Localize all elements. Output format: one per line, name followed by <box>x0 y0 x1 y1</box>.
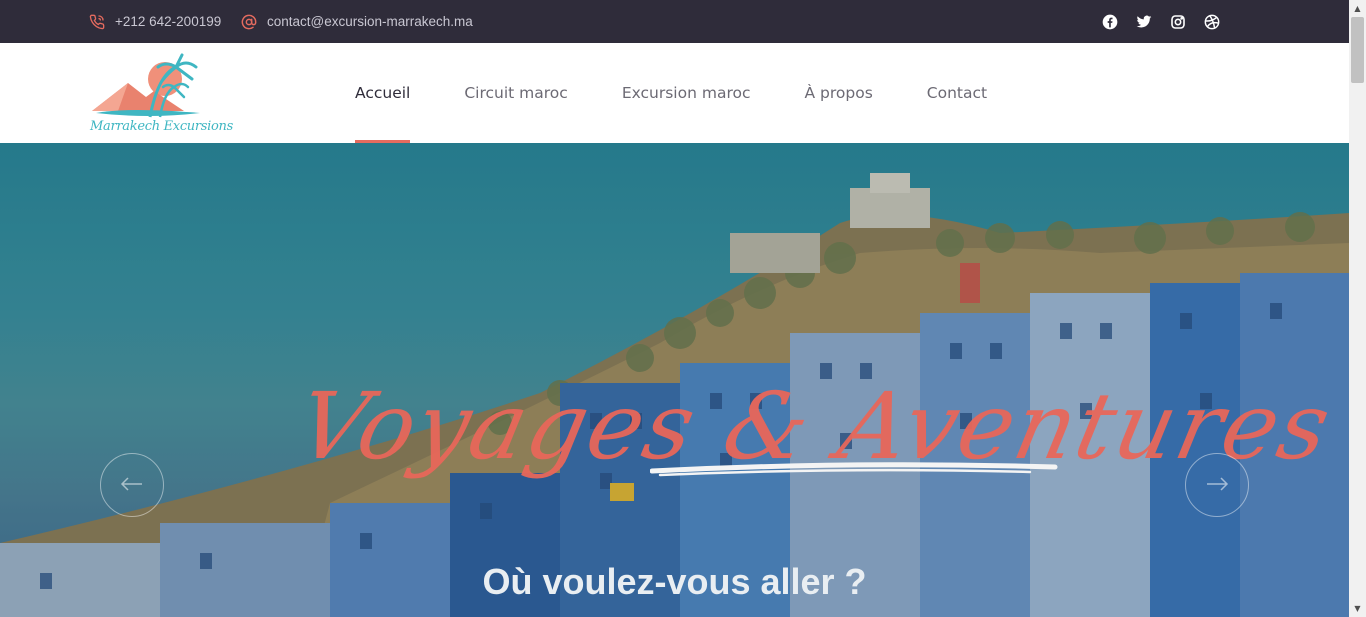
main-header: Marrakech Excursions Accueil Circuit mar… <box>0 43 1349 143</box>
social-links <box>1102 0 1220 43</box>
arrow-right-icon <box>1205 476 1229 495</box>
phone-contact[interactable]: +212 642-200199 <box>88 0 221 43</box>
phone-number: +212 642-200199 <box>115 14 222 29</box>
main-nav: Accueil Circuit maroc Excursion maroc À … <box>355 43 1041 143</box>
site-logo[interactable]: Marrakech Excursions <box>88 53 233 134</box>
slider-next-button[interactable] <box>1185 453 1249 517</box>
slider-prev-button[interactable] <box>100 453 164 517</box>
arrow-left-icon <box>120 476 144 495</box>
nav-item-excursion-maroc[interactable]: Excursion maroc <box>622 43 751 143</box>
hero-slider: Voyages & Aventures Où voulez-vous aller… <box>0 143 1349 617</box>
dribbble-icon[interactable] <box>1204 14 1220 30</box>
logo-text: Marrakech Excursions <box>90 119 233 134</box>
facebook-icon[interactable] <box>1102 14 1118 30</box>
scroll-thumb[interactable] <box>1351 17 1364 83</box>
instagram-icon[interactable] <box>1170 14 1186 30</box>
brush-underline <box>650 462 1058 477</box>
hero-subtitle: Où voulez-vous aller ? <box>482 561 867 602</box>
top-bar: +212 642-200199 contact@excursion-marrak… <box>0 0 1349 43</box>
at-sign-icon <box>240 13 258 31</box>
scroll-up-icon[interactable]: ▲ <box>1349 0 1366 17</box>
nav-item-a-propos[interactable]: À propos <box>804 43 872 143</box>
nav-item-circuit-maroc[interactable]: Circuit maroc <box>464 43 567 143</box>
email-contact[interactable]: contact@excursion-marrakech.ma <box>240 0 473 43</box>
phone-icon <box>88 13 106 31</box>
page: +212 642-200199 contact@excursion-marrak… <box>0 0 1366 617</box>
page-scrollbar[interactable]: ▲ ▼ <box>1349 0 1366 617</box>
nav-item-accueil[interactable]: Accueil <box>355 43 411 143</box>
twitter-icon[interactable] <box>1136 14 1152 30</box>
scroll-down-icon[interactable]: ▼ <box>1349 600 1366 617</box>
nav-item-contact[interactable]: Contact <box>927 43 987 143</box>
email-address: contact@excursion-marrakech.ma <box>267 14 473 29</box>
